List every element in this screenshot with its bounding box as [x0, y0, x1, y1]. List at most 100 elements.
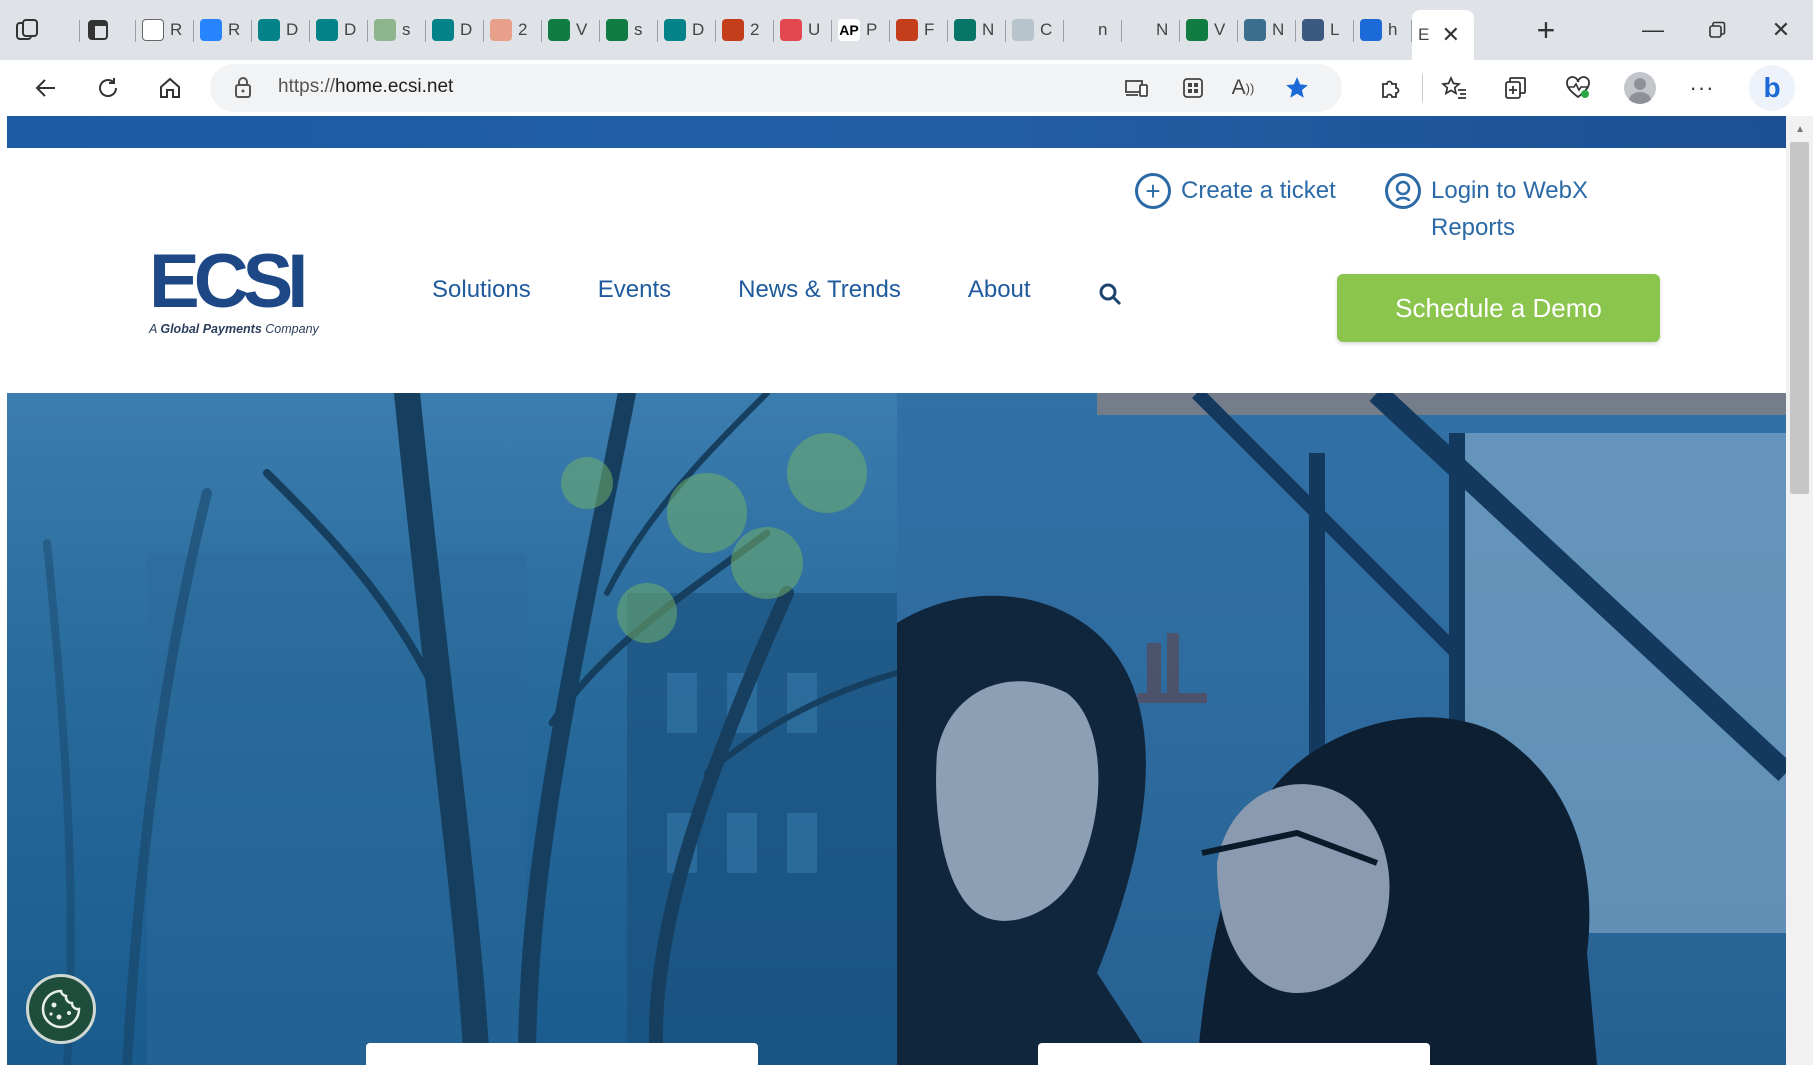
home-button[interactable] [144, 66, 196, 110]
cookie-settings-button[interactable] [26, 974, 96, 1044]
nav-search-button[interactable] [1098, 276, 1126, 306]
tab-label: R [228, 20, 241, 39]
powerpoint-icon [490, 19, 512, 41]
tab-item[interactable]: n [1064, 8, 1122, 52]
tab-item[interactable]: s [600, 8, 658, 52]
lock-icon[interactable] [234, 76, 252, 98]
puzzle-icon [1382, 80, 1400, 98]
login-webx-link[interactable]: Login to WebX Reports [1385, 172, 1588, 246]
sharepoint-icon [432, 19, 454, 41]
ecsi-logo[interactable]: ECSI A Global Payments Company [149, 244, 319, 340]
tab-label: D [286, 20, 299, 39]
create-ticket-label: Create a ticket [1181, 177, 1336, 204]
favorite-star-icon[interactable] [1280, 72, 1314, 104]
tab-item[interactable]: AP P [832, 8, 890, 52]
close-icon: ✕ [1771, 17, 1791, 42]
workspaces-icon [16, 19, 38, 40]
tab-item[interactable]: D [252, 8, 310, 52]
shield-icon [1012, 19, 1034, 41]
tab-label: h [1388, 20, 1398, 39]
sharepoint-icon [258, 19, 280, 41]
tab-item[interactable]: L [1296, 8, 1354, 52]
extensions-grid-icon[interactable] [1176, 72, 1210, 104]
excel-icon [374, 19, 396, 41]
url-text[interactable]: https://home.ecsi.net [278, 76, 453, 98]
tab-label: L [1330, 20, 1340, 39]
address-bar[interactable]: https://home.ecsi.net A)) [210, 64, 1342, 112]
tab-item[interactable]: D [658, 8, 716, 52]
hero-card-right [1038, 1043, 1430, 1065]
app-available-icon[interactable] [1120, 72, 1154, 104]
create-ticket-link[interactable]: + Create a ticket [1135, 172, 1336, 209]
workspaces-button[interactable] [8, 8, 80, 52]
restore-button[interactable] [1685, 0, 1749, 60]
url-host: home.ecsi.net [335, 76, 454, 97]
nav-events[interactable]: Events [598, 276, 671, 304]
tab-item[interactable]: R [194, 8, 252, 52]
user-circle-icon [1385, 173, 1421, 209]
back-button[interactable] [20, 66, 72, 110]
tab-item[interactable]: N [1238, 8, 1296, 52]
scroll-thumb[interactable] [1790, 142, 1809, 494]
tab-item[interactable]: N [1122, 8, 1180, 52]
collections-button[interactable] [1485, 64, 1547, 112]
minimize-button[interactable]: — [1621, 0, 1685, 60]
tab-item[interactable]: D [426, 8, 484, 52]
settings-more-button[interactable]: ··· [1671, 64, 1733, 112]
tab-item[interactable]: C [1006, 8, 1064, 52]
campus-trees-illustration [7, 393, 897, 1065]
tab-label: 2 [750, 20, 760, 39]
tab-actions-button[interactable] [80, 8, 136, 52]
bing-copilot-button[interactable]: b [1749, 65, 1795, 111]
sharepoint-icon [664, 19, 686, 41]
tab-item[interactable]: V [1180, 8, 1238, 52]
browser-essentials-button[interactable] [1547, 64, 1609, 112]
excel-icon [606, 19, 628, 41]
login-label-line1: Login to WebX [1431, 177, 1588, 204]
plane-icon [1302, 19, 1324, 41]
tab-item[interactable]: s [368, 8, 426, 52]
nav-about[interactable]: About [968, 276, 1031, 304]
tab-list: R R D Ds D 2 Vs D 2 U AP P F N Cn N V N Lh [136, 8, 1412, 52]
shield-icon [1244, 19, 1266, 41]
tab-label: N [1156, 20, 1169, 39]
tab-label: D [692, 20, 705, 39]
tab-label: s [634, 20, 643, 39]
nav-solutions[interactable]: Solutions [432, 276, 531, 304]
login-label: Login to WebX Reports [1431, 172, 1588, 246]
back-arrow-icon [35, 79, 55, 97]
nav-news-trends[interactable]: News & Trends [738, 276, 901, 304]
profile-button[interactable] [1609, 64, 1671, 112]
jira-icon [200, 19, 222, 41]
tab-item[interactable]: R [136, 8, 194, 52]
favorites-button[interactable] [1423, 64, 1485, 112]
tab-label: n [1098, 20, 1108, 39]
tab-item[interactable]: 2 [484, 8, 542, 52]
browser-window: R R D Ds D 2 Vs D 2 U AP P F N Cn N V N Lh E ✕ + — ✕ htt [0, 0, 1813, 1065]
scroll-up-arrow-icon[interactable]: ▲ [1795, 124, 1805, 135]
hero-section [7, 393, 1786, 1065]
close-window-button[interactable]: ✕ [1749, 0, 1813, 60]
read-aloud-icon[interactable]: A)) [1226, 72, 1260, 104]
tab-item[interactable]: U [774, 8, 832, 52]
close-tab-icon[interactable]: ✕ [1442, 22, 1460, 48]
web-page: + Create a ticket Login to WebX Reports … [7, 116, 1786, 1065]
tab-item[interactable]: F [890, 8, 948, 52]
tab-item[interactable]: N [948, 8, 1006, 52]
tab-label: N [1272, 20, 1285, 39]
tab-label: F [924, 20, 935, 39]
extensions-button[interactable] [1360, 64, 1422, 112]
schedule-demo-button[interactable]: Schedule a Demo [1337, 274, 1660, 342]
tab-item[interactable]: D [310, 8, 368, 52]
new-tab-button[interactable]: + [1524, 8, 1568, 52]
plus-icon: + [1536, 11, 1556, 48]
excel-icon [1186, 19, 1208, 41]
refresh-button[interactable] [82, 66, 134, 110]
active-tab-label: E [1418, 25, 1430, 44]
tab-item[interactable]: V [542, 8, 600, 52]
tab-item[interactable]: 2 [716, 8, 774, 52]
tab-active-ecsi[interactable]: E ✕ [1412, 10, 1474, 60]
logo-tagline: A Global Payments Company [149, 322, 319, 336]
tab-item[interactable]: h [1354, 8, 1412, 52]
hero-image-campus [7, 393, 897, 1065]
